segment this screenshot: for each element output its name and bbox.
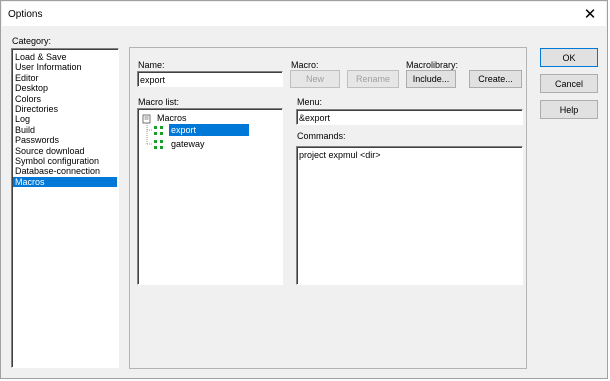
- category-item-directories[interactable]: Directories: [13, 104, 117, 114]
- category-label: Category:: [12, 36, 52, 46]
- tree-item-export[interactable]: export: [169, 124, 249, 136]
- window-title: Options: [8, 9, 43, 20]
- menu-field-value: &export: [299, 113, 331, 123]
- menu-field[interactable]: &export: [296, 109, 523, 125]
- include-library-button[interactable]: Include...: [406, 70, 456, 88]
- commands-label: Commands:: [297, 131, 346, 141]
- title-bar: Options ✕: [2, 2, 606, 26]
- macro-item-icon: [154, 140, 163, 149]
- commands-textarea[interactable]: project expmul <dir>: [296, 146, 523, 285]
- name-label: Name:: [138, 60, 165, 70]
- help-button[interactable]: Help: [540, 100, 598, 119]
- options-dialog: Options ✕ Category: Load & Save User Inf…: [0, 0, 608, 379]
- category-item-build[interactable]: Build: [13, 125, 117, 135]
- category-item-source-download[interactable]: Source download: [13, 146, 117, 156]
- close-icon[interactable]: ✕: [580, 4, 600, 24]
- rename-macro-button[interactable]: Rename: [347, 70, 399, 88]
- commands-value: project expmul <dir>: [299, 150, 381, 160]
- category-item-log[interactable]: Log: [13, 114, 117, 124]
- name-field[interactable]: export: [137, 71, 283, 87]
- category-item-user-information[interactable]: User Information: [13, 62, 117, 72]
- category-list[interactable]: Load & Save User Information Editor Desk…: [11, 48, 119, 368]
- category-item-database-connection[interactable]: Database-connection: [13, 166, 117, 176]
- category-item-symbol-configuration[interactable]: Symbol configuration: [13, 156, 117, 166]
- macrolibrary-label: Macrolibrary:: [406, 60, 459, 70]
- category-item-load-save[interactable]: Load & Save: [13, 52, 117, 62]
- create-library-button[interactable]: Create...: [469, 70, 522, 88]
- category-item-macros[interactable]: Macros: [13, 176, 117, 188]
- cancel-button[interactable]: Cancel: [540, 74, 598, 93]
- macros-panel: Name: export Macro: New Rename Macrolibr…: [129, 47, 527, 369]
- menu-label: Menu:: [297, 97, 323, 107]
- category-item-editor[interactable]: Editor: [13, 73, 117, 83]
- category-item-passwords[interactable]: Passwords: [13, 135, 117, 145]
- category-item-colors[interactable]: Colors: [13, 94, 117, 104]
- macro-label: Macro:: [291, 60, 319, 70]
- tree-root-macros[interactable]: Macros: [157, 113, 187, 123]
- macro-list-label: Macro list:: [138, 97, 180, 107]
- tree-item-gateway[interactable]: gateway: [171, 139, 205, 149]
- name-field-value: export: [140, 75, 166, 85]
- ok-button[interactable]: OK: [540, 48, 598, 67]
- new-macro-button[interactable]: New: [290, 70, 340, 88]
- macro-tree[interactable]: Macros export gateway: [137, 108, 283, 285]
- macro-item-icon: [154, 126, 163, 135]
- category-item-desktop[interactable]: Desktop: [13, 83, 117, 93]
